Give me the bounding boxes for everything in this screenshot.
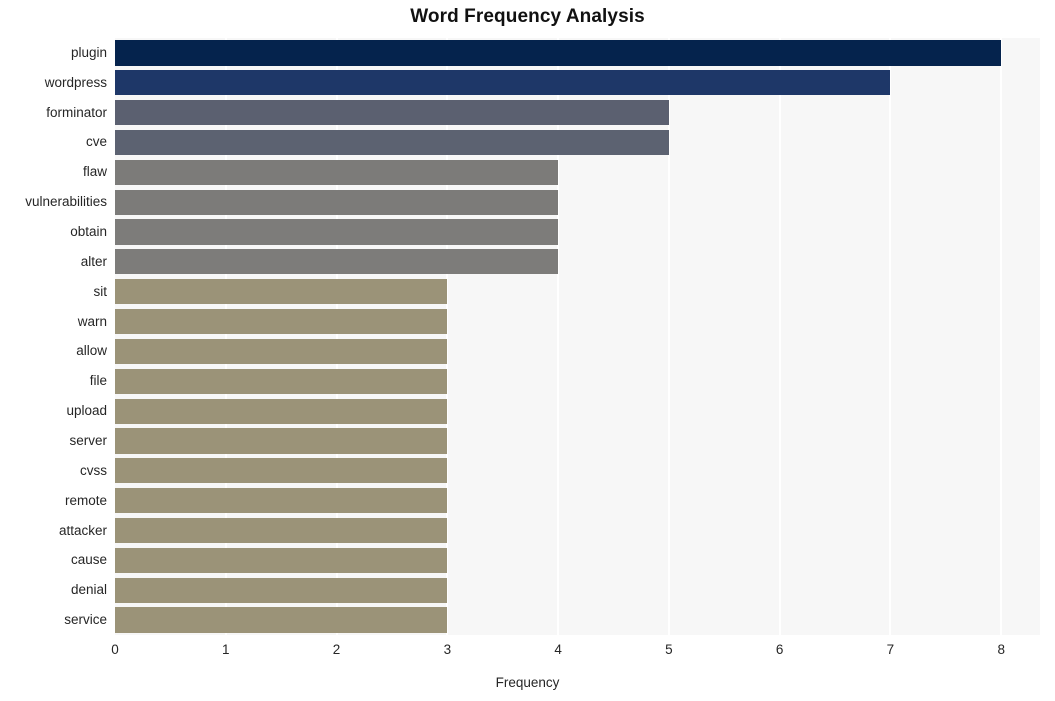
y-tick-label-cause: cause	[70, 552, 107, 568]
x-tick-label-7: 7	[886, 642, 895, 657]
y-tick-label-vulnerabilities: vulnerabilities	[25, 194, 107, 210]
y-tick-label-sit: sit	[93, 283, 108, 299]
y-tick-label-allow: allow	[76, 343, 107, 359]
y-tick-label-server: server	[69, 432, 107, 448]
bar-obtain[interactable]	[115, 219, 559, 245]
x-axis-tick-labels: 0 1 2 3 4 5 6 7 8	[111, 642, 1040, 665]
bar-row	[115, 607, 1040, 633]
word-frequency-chart: Word Frequency Analysis plugin wordpress f…	[0, 0, 1055, 701]
x-tick-label-8: 8	[997, 642, 1005, 657]
bar-row	[115, 308, 1040, 335]
x-axis-title: Frequency	[495, 675, 560, 690]
bar-row	[115, 100, 1040, 126]
bar-row	[115, 159, 1040, 185]
y-tick-label-file: file	[89, 373, 107, 389]
bar-row	[115, 249, 1040, 275]
bar-row	[115, 398, 1040, 424]
bar-row	[115, 338, 1040, 365]
bar-warn[interactable]	[115, 308, 448, 335]
y-tick-label-cvss: cvss	[80, 462, 107, 478]
bar-sit[interactable]	[115, 279, 448, 305]
y-tick-label-attacker: attacker	[58, 522, 107, 538]
bar-file[interactable]	[115, 368, 448, 394]
x-tick-label-0: 0	[111, 642, 119, 657]
y-tick-label-upload: upload	[66, 403, 107, 419]
x-tick-label-2: 2	[332, 642, 341, 657]
y-tick-label-plugin: plugin	[70, 44, 107, 60]
x-tick-label-5: 5	[665, 642, 673, 657]
bar-server[interactable]	[115, 428, 448, 454]
x-tick-label-1: 1	[222, 642, 230, 657]
y-tick-label-cve: cve	[85, 134, 107, 150]
bar-plugin[interactable]	[115, 40, 1002, 66]
bars-container	[115, 38, 1040, 635]
bar-cvss[interactable]	[115, 458, 448, 484]
bar-alter[interactable]	[115, 249, 559, 275]
bar-row	[115, 129, 1040, 156]
bar-vulnerabilities[interactable]	[115, 189, 559, 215]
bar-row	[115, 368, 1040, 394]
bar-row	[115, 219, 1040, 245]
bar-service[interactable]	[115, 607, 448, 633]
y-tick-label-service: service	[64, 612, 107, 628]
y-tick-label-alter: alter	[80, 253, 107, 269]
y-tick-label-denial: denial	[70, 582, 107, 598]
bar-attacker[interactable]	[115, 517, 448, 544]
bar-row	[115, 458, 1040, 484]
bar-wordpress[interactable]	[115, 70, 891, 96]
y-tick-label-forminator: forminator	[46, 104, 107, 120]
x-tick-label-3: 3	[443, 642, 452, 657]
x-tick-label-4: 4	[554, 642, 562, 657]
bar-row	[115, 517, 1040, 544]
bar-row	[115, 428, 1040, 454]
plot-area	[115, 38, 1040, 635]
bar-row	[115, 40, 1040, 66]
chart-title: Word Frequency Analysis	[410, 6, 645, 27]
bar-upload[interactable]	[115, 398, 448, 424]
y-tick-label-remote: remote	[64, 492, 107, 508]
bar-row	[115, 189, 1040, 215]
bar-row	[115, 577, 1040, 603]
bar-denial[interactable]	[115, 577, 448, 603]
y-tick-label-flaw: flaw	[82, 164, 107, 180]
bar-cve[interactable]	[115, 129, 669, 156]
y-tick-label-obtain: obtain	[70, 224, 107, 240]
y-axis-tick-labels: plugin wordpress forminator cve flaw vulnerab…	[0, 38, 107, 635]
bar-flaw[interactable]	[115, 159, 559, 185]
x-tick-label-6: 6	[775, 642, 784, 657]
bar-allow[interactable]	[115, 338, 448, 365]
bar-cause[interactable]	[115, 547, 448, 573]
bar-row	[115, 547, 1040, 573]
y-tick-label-warn: warn	[77, 313, 107, 329]
bar-row	[115, 279, 1040, 305]
bar-row	[115, 488, 1040, 514]
bar-forminator[interactable]	[115, 100, 669, 126]
bar-remote[interactable]	[115, 488, 448, 514]
y-tick-label-wordpress: wordpress	[44, 74, 107, 90]
bar-row	[115, 70, 1040, 96]
